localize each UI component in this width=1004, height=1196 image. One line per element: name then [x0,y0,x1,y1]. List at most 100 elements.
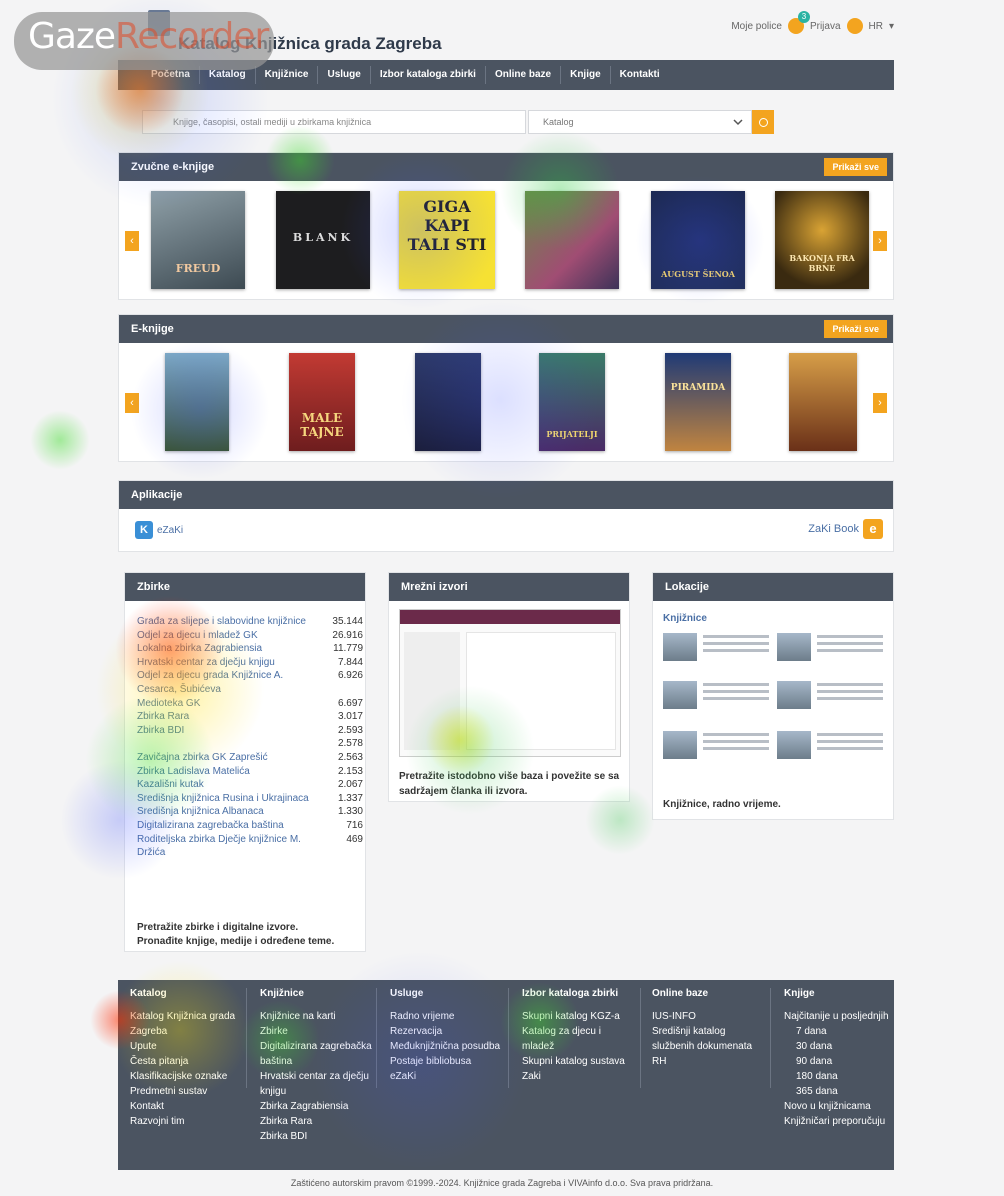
book-cover[interactable] [415,353,481,451]
collection-row[interactable]: Roditeljska zbirka Dječje knjižnice M. D… [137,833,363,860]
footer-link[interactable]: Kontakt [130,1099,242,1114]
collection-name[interactable]: Hrvatski centar za dječju knjigu [137,656,275,670]
book-cover[interactable]: PIRAMIDA [665,353,731,451]
footer-link[interactable]: Predmetni sustav [130,1084,242,1099]
footer-link[interactable]: Novo u knjižnicama [784,1099,896,1114]
collection-row[interactable]: Zbirka Ladislava Matelića 2.153 [137,765,363,779]
collection-row[interactable]: Zbirka Rara 3.017 [137,710,363,724]
footer-link[interactable]: Skupni katalog KGZ-a [522,1009,634,1024]
location-item[interactable] [777,731,887,771]
footer-link[interactable]: Upute [130,1039,242,1054]
collection-name[interactable]: Središnja knjižnica Rusina i Ukrajinaca [137,792,309,806]
collection-row[interactable]: Digitalizirana zagrebačka baština 716 [137,819,363,833]
collection-row[interactable]: Odjel za djecu grada Knjižnice A. Cesarc… [137,669,363,696]
collection-row[interactable]: Kazališni kutak 2.067 [137,778,363,792]
footer-link[interactable]: Postaje bibliobusa [390,1054,502,1069]
footer-link[interactable]: 90 dana [784,1054,896,1069]
location-item[interactable] [777,681,887,721]
collection-name[interactable]: Lokalna zbirka Zagrabiensia [137,642,262,656]
collection-name[interactable]: Kazališni kutak [137,778,204,792]
web-sources-screenshot[interactable] [399,609,621,757]
footer-link[interactable]: Međuknjižnična posudba [390,1039,502,1054]
footer-link[interactable]: 365 dana [784,1084,896,1099]
footer-link[interactable]: Klasifikacijske oznake [130,1069,242,1084]
collection-row[interactable]: Središnja knjižnica Rusina i Ukrajinaca 1… [137,792,363,806]
my-shelves-link[interactable]: Moje police [731,21,782,32]
book-cover[interactable]: BLANK [276,191,370,289]
nav-books[interactable]: Knjige [561,66,611,84]
footer-link[interactable]: Katalog za djecu i mladež [522,1024,634,1054]
footer-link[interactable]: Zbirka Zagrabiensia [260,1099,372,1114]
carousel-prev-arrow[interactable]: ‹ [125,231,139,251]
book-cover[interactable]: MALE TAJNE [289,353,355,451]
search-button[interactable] [752,110,774,134]
collection-name[interactable]: Zbirka Ladislava Matelića [137,765,250,779]
nav-collections[interactable]: Izbor kataloga zbirki [371,66,486,84]
book-cover[interactable]: PRIJATELJI [539,353,605,451]
location-item[interactable] [663,681,773,721]
collection-row[interactable]: Lokalna zbirka Zagrabiensia 11.779 [137,642,363,656]
collection-row[interactable]: Odjel za djecu i mladež GK 26.916 [137,629,363,643]
collection-name[interactable]: Odjel za djecu i mladež GK [137,629,258,643]
footer-link[interactable]: Zbirka Rara [260,1114,372,1129]
carousel-next-arrow[interactable]: › [873,393,887,413]
collection-name[interactable]: Zbirka Rara [137,710,189,724]
collection-name[interactable]: Roditeljska zbirka Dječje knjižnice M. D… [137,833,323,860]
location-item[interactable] [663,633,773,673]
collection-name[interactable]: Građa za slijepe i slabovidne knjižnice [137,615,306,629]
collection-row[interactable]: Medioteka GK 6.697 [137,697,363,711]
collection-name[interactable]: Digitalizirana zagrebačka baština [137,819,284,833]
collection-name[interactable]: Središnja knjižnica Albanaca [137,805,264,819]
footer-link[interactable]: 180 dana [784,1069,896,1084]
collection-row[interactable]: Središnja knjižnica Albanaca 1.330 [137,805,363,819]
book-cover[interactable]: BAKONJA FRA BRNE [775,191,869,289]
collection-row[interactable]: Zbirka BDI 2.593 [137,724,363,738]
collection-row[interactable]: Zavičajna zbirka GK Zaprešić 2.563 [137,751,363,765]
footer-link[interactable]: Zbirke [260,1024,372,1039]
book-cover[interactable] [525,191,619,289]
collection-row[interactable]: Građa za slijepe i slabovidne knjižnice 3… [137,615,363,629]
book-cover[interactable]: AUGUST ŠENOA [651,191,745,289]
footer-link[interactable]: Knjižničari preporučuju [784,1114,896,1129]
footer-link[interactable]: Zbirka BDI [260,1129,372,1144]
carousel-next-arrow[interactable]: › [873,231,887,251]
book-cover[interactable]: FREUD [151,191,245,289]
footer-link[interactable]: Knjižnice na karti [260,1009,372,1024]
footer-link[interactable]: Najčitanije u posljednjih [784,1009,896,1024]
nav-online-databases[interactable]: Online baze [486,66,562,84]
shelves-icon[interactable]: 3 [787,11,810,34]
footer-link[interactable]: Radno vrijeme [390,1009,502,1024]
footer-link[interactable]: IUS-INFO [652,1009,764,1024]
collection-row[interactable]: 2.578 [137,737,363,751]
location-item[interactable] [663,731,773,771]
footer-link[interactable]: Razvojni tim [130,1114,242,1129]
footer-link[interactable]: Skupni katalog sustava Zaki [522,1054,634,1084]
collection-row[interactable]: Hrvatski centar za dječju knjigu 7.844 [137,656,363,670]
footer-link[interactable]: Hrvatski centar za dječju knjigu [260,1069,372,1099]
ebooks-show-all-button[interactable]: Prikaži sve [824,320,887,338]
login-link[interactable]: Prijava [810,21,841,32]
collection-name[interactable]: Medioteka GK [137,697,200,711]
footer-link[interactable]: 30 dana [784,1039,896,1054]
user-icon[interactable] [846,18,863,34]
book-cover[interactable] [789,353,857,451]
zaki-book-app-link[interactable]: ZaKi Book e [808,519,883,539]
book-cover[interactable] [165,353,229,451]
collection-name[interactable]: Zavičajna zbirka GK Zaprešić [137,751,268,765]
footer-link[interactable]: Rezervacija [390,1024,502,1039]
collection-name[interactable]: Odjel za djecu grada Knjižnice A. Cesarc… [137,669,323,696]
footer-link[interactable]: Česta pitanja [130,1054,242,1069]
footer-link[interactable]: eZaKi [390,1069,502,1084]
search-scope-select[interactable]: Katalog [528,110,752,134]
collection-name[interactable]: Zbirka BDI [137,724,184,738]
search-input[interactable]: Knjige, časopisi, ostali mediji u zbirka… [142,110,526,134]
carousel-prev-arrow[interactable]: ‹ [125,393,139,413]
footer-link[interactable]: Digitalizirana zagrebačka baština [260,1039,372,1069]
footer-link[interactable]: Središnji katalog službenih dokumenata R… [652,1024,764,1069]
nav-services[interactable]: Usluge [318,66,371,84]
location-item[interactable] [777,633,887,673]
footer-link[interactable]: 7 dana [784,1024,896,1039]
footer-link[interactable]: Katalog Knjižnica grada Zagreba [130,1009,242,1039]
ezaki-app-link[interactable]: K eZaKi [135,521,183,539]
book-cover[interactable]: GIGA KAPI TALI STI [399,191,495,289]
